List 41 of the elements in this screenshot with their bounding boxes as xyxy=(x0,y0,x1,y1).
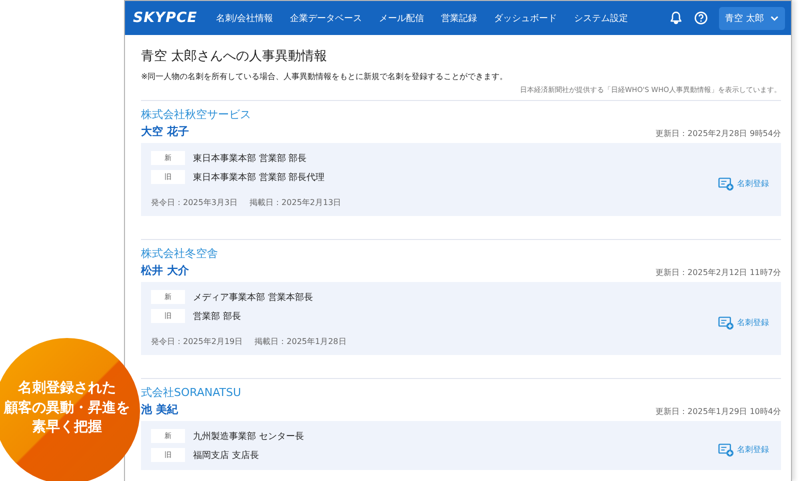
updated-date: 更新日：2025年2月28日 9時54分 xyxy=(656,128,781,139)
person-link[interactable]: 大空 花子 xyxy=(141,124,189,139)
help-icon[interactable] xyxy=(694,11,708,25)
nav-link[interactable]: ダッシュボード xyxy=(494,12,558,24)
issued-date: 発令日：2025年2月19日 xyxy=(151,336,243,347)
company-link[interactable]: 株式会社秋空サービス xyxy=(141,107,781,122)
bell-icon[interactable] xyxy=(669,11,684,25)
issued-date: 発令日：2025年3月3日 xyxy=(151,197,238,208)
page-note: ※同一人物の名刺を所有している場合、人事異動情報をもとに新規で名刺を登録することができます。 xyxy=(141,71,509,82)
nav-link[interactable]: システム設定 xyxy=(574,12,628,24)
promo-text: 顧客の異動・昇進を xyxy=(4,400,130,416)
register-card-link[interactable]: 名刺登録 xyxy=(718,176,769,190)
nav-link[interactable]: メール配信 xyxy=(379,12,424,24)
register-card-link[interactable]: 名刺登録 xyxy=(718,316,769,330)
card-add-icon xyxy=(718,316,734,330)
page-title: 青空 太郎さんへの人事異動情報 xyxy=(141,48,328,65)
position-text: 福岡支店 支店長 xyxy=(193,450,259,462)
person-link[interactable]: 松井 大介 xyxy=(141,263,189,278)
company-link[interactable]: 式会社SORANATSU xyxy=(141,385,781,400)
company-link[interactable]: 株式会社冬空舎 xyxy=(141,246,781,261)
position-text: 東日本事業本部 営業部 部長 xyxy=(193,152,307,164)
published-date: 掲載日：2025年2月13日 xyxy=(250,197,342,208)
updated-date: 更新日：2025年2月12日 11時7分 xyxy=(656,267,781,278)
register-card-link[interactable]: 名刺登録 xyxy=(718,442,769,456)
promo-text: 素早く把握 xyxy=(32,419,102,436)
position-text: 九州製造事業部 センター長 xyxy=(193,430,304,442)
chevron-down-icon xyxy=(770,14,779,22)
nav-link[interactable]: 企業データベース xyxy=(290,12,362,24)
published-date: 掲載日：2025年1月28日 xyxy=(254,336,346,347)
card-add-icon xyxy=(718,442,734,456)
updated-date: 更新日：2025年1月29日 10時4分 xyxy=(656,406,781,417)
user-menu-button[interactable]: 青空 太郎 xyxy=(719,6,785,30)
logo[interactable]: SKYPCE xyxy=(133,10,198,26)
position-text: メディア事業本部 営業本部長 xyxy=(193,292,313,304)
nav-link[interactable]: 営業記録 xyxy=(441,12,478,24)
nav-link[interactable]: 名刺/会社情報 xyxy=(216,12,274,24)
promo-text: 名刺登録された xyxy=(18,380,116,397)
position-text: 営業部 部長 xyxy=(193,310,241,322)
position-text: 東日本事業本部 営業部 部長代理 xyxy=(193,172,325,184)
person-link[interactable]: 池 美紀 xyxy=(141,402,178,417)
card-add-icon xyxy=(718,176,734,190)
